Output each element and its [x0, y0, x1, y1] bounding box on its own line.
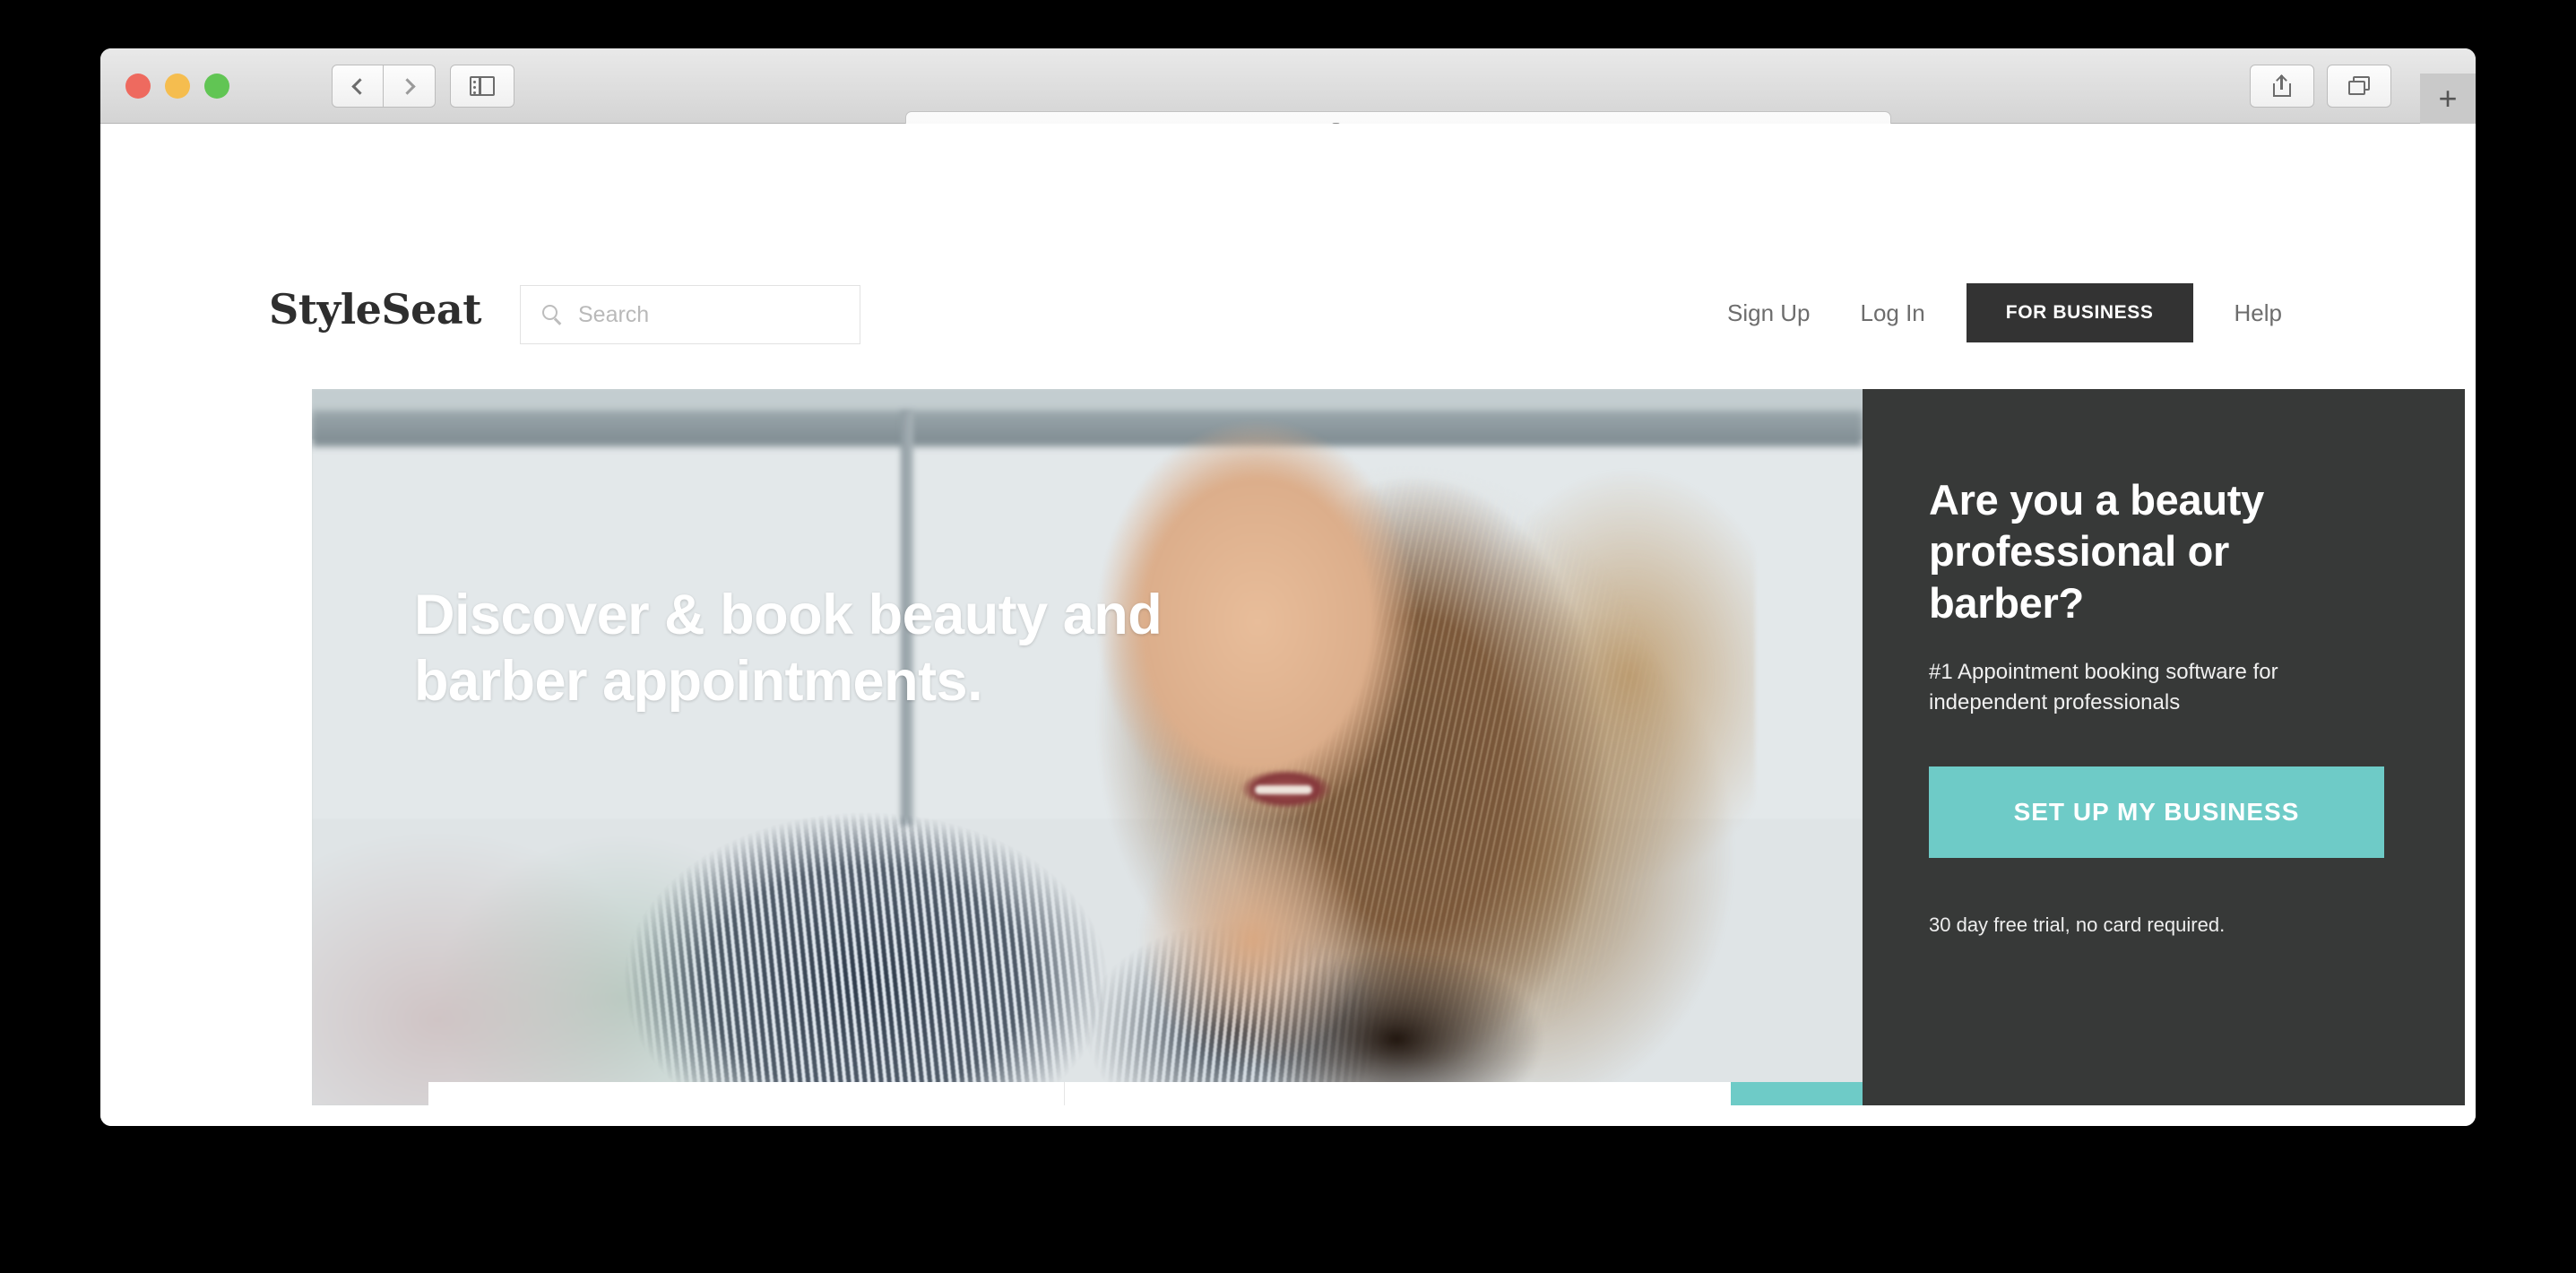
- sidebar-toggle-icon: [470, 76, 495, 96]
- browser-toolbar: styleseat.com +: [100, 48, 2476, 156]
- header-search-input[interactable]: Search: [520, 285, 860, 344]
- site-logo[interactable]: StyleSeat: [269, 285, 481, 333]
- show-tabs-icon: [2348, 76, 2370, 96]
- main-navigation: Sign Up Log In FOR BUSINESS Help: [1702, 278, 2307, 348]
- hero-title: Discover & book beauty and barber appoin…: [414, 584, 1163, 714]
- hero-photo: Discover & book beauty and barber appoin…: [312, 389, 1863, 1105]
- chevron-left-icon: [351, 77, 368, 95]
- navigation-buttons: [332, 65, 436, 108]
- new-tab-button[interactable]: +: [2420, 74, 2476, 124]
- set-up-my-business-button[interactable]: SET UP MY BUSINESS: [1929, 766, 2384, 859]
- maximize-window-button[interactable]: [204, 74, 229, 99]
- show-tabs-button[interactable]: [2327, 65, 2391, 108]
- hero-search-bar: Haircut, salon name, stylist name Enter …: [428, 1082, 1863, 1105]
- header-search-placeholder: Search: [578, 301, 650, 327]
- nav-log-in[interactable]: Log In: [1835, 278, 1949, 348]
- search-icon: [542, 305, 562, 325]
- hero-photo-lips: [1233, 766, 1339, 812]
- business-panel-heading: Are you a beauty professional or barber?: [1929, 476, 2264, 627]
- nav-for-business[interactable]: FOR BUSINESS: [1966, 283, 2193, 342]
- sidebar-toggle-button[interactable]: [450, 65, 514, 108]
- minimize-window-button[interactable]: [165, 74, 190, 99]
- share-button[interactable]: [2250, 65, 2314, 108]
- business-panel-subheading: #1 Appointment booking software for inde…: [1929, 659, 2278, 715]
- business-panel: Are you a beauty professional or barber?…: [1863, 389, 2465, 1105]
- hero-section: Discover & book beauty and barber appoin…: [312, 389, 2465, 1105]
- chevron-right-icon: [398, 77, 416, 95]
- close-window-button[interactable]: [125, 74, 151, 99]
- window-traffic-lights: [125, 74, 229, 99]
- back-button[interactable]: [332, 65, 384, 108]
- hero-search-button[interactable]: SEARCH: [1731, 1082, 1863, 1105]
- service-search-input[interactable]: Haircut, salon name, stylist name: [428, 1082, 1065, 1105]
- nav-sign-up[interactable]: Sign Up: [1702, 278, 1836, 348]
- free-trial-note: 30 day free trial, no card required.: [1929, 914, 2226, 937]
- nav-help[interactable]: Help: [2209, 278, 2307, 348]
- toolbar-right-buttons: [2250, 65, 2391, 108]
- browser-window: styleseat.com + StyleSeat Search: [100, 48, 2476, 1126]
- share-icon: [2273, 74, 2291, 97]
- page-content: StyleSeat Search Sign Up Log In FOR BUSI…: [100, 124, 2476, 1126]
- location-search-input[interactable]: Enter city, state, or zip code: [1065, 1082, 1731, 1105]
- hero-photo-neck: [1101, 810, 1405, 1105]
- site-header: [100, 124, 2476, 231]
- forward-button[interactable]: [384, 65, 436, 108]
